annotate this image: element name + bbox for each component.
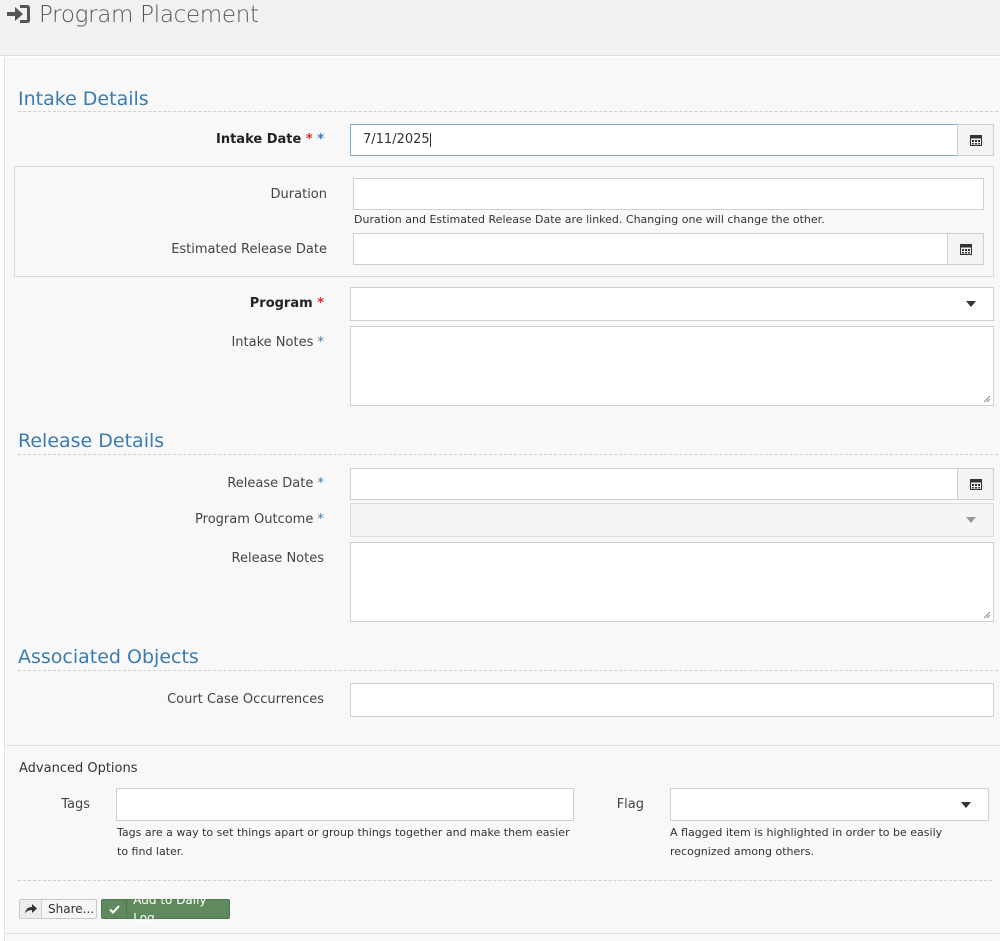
estimated-release-calendar-button[interactable] <box>947 233 984 265</box>
intake-date-calendar-button[interactable] <box>957 124 994 156</box>
share-button[interactable]: Share... <box>19 899 97 919</box>
program-outcome-select[interactable] <box>350 503 994 537</box>
program-label: Program * <box>249 296 324 311</box>
release-date-label: Release Date * <box>227 476 324 491</box>
chevron-down-icon <box>966 517 976 523</box>
page-header: Program Placement <box>0 0 1000 56</box>
tags-label: Tags <box>61 797 90 812</box>
tags-help-text: Tags are a way to set things apart or gr… <box>117 826 570 858</box>
estimated-release-date-label: Estimated Release Date <box>171 242 327 257</box>
release-date-input[interactable] <box>350 468 958 500</box>
divider <box>18 880 992 881</box>
duration-help-text: Duration and Estimated Release Date are … <box>354 213 825 226</box>
section-divider <box>18 670 998 671</box>
calendar-icon <box>969 135 982 146</box>
form-panel: Intake Details Intake Date * * 7/11/2025… <box>4 57 1000 941</box>
court-case-occurrences-input[interactable] <box>350 683 994 717</box>
advanced-options-title: Advanced Options <box>19 761 138 776</box>
section-title-associated: Associated Objects <box>18 646 199 668</box>
flag-select[interactable] <box>670 788 989 821</box>
release-notes-label: Release Notes <box>231 551 324 566</box>
intake-notes-label: Intake Notes * <box>231 335 324 350</box>
sign-in-icon <box>6 3 32 25</box>
program-outcome-label: Program Outcome * <box>195 512 324 527</box>
calendar-icon <box>969 479 982 490</box>
chevron-down-icon <box>961 802 971 808</box>
resize-handle-icon[interactable] <box>983 611 991 619</box>
divider <box>5 745 1000 746</box>
resize-handle-icon[interactable] <box>983 395 991 403</box>
intake-date-input[interactable]: 7/11/2025 <box>350 124 958 156</box>
intake-notes-textarea[interactable] <box>350 326 994 406</box>
flag-help-text: A flagged item is highlighted in order t… <box>670 826 943 858</box>
program-select[interactable] <box>350 287 994 321</box>
estimated-release-date-input[interactable] <box>353 233 948 265</box>
duration-label: Duration <box>270 187 327 202</box>
add-to-daily-log-button[interactable]: Add to Daily Log <box>101 893 230 925</box>
calendar-icon <box>959 244 972 255</box>
court-case-occurrences-label: Court Case Occurrences <box>167 692 324 707</box>
divider <box>5 933 1000 934</box>
duration-input[interactable] <box>353 178 984 210</box>
share-icon <box>20 900 42 918</box>
section-divider <box>18 454 998 455</box>
chevron-down-icon <box>966 301 976 307</box>
intake-date-label: Intake Date * * <box>216 132 324 147</box>
check-icon <box>102 900 128 918</box>
section-divider <box>18 111 998 112</box>
release-notes-textarea[interactable] <box>350 542 994 622</box>
release-date-calendar-button[interactable] <box>957 468 994 500</box>
flag-label: Flag <box>616 797 644 812</box>
tags-input[interactable] <box>116 788 574 821</box>
section-title-release: Release Details <box>18 430 165 452</box>
section-title-intake: Intake Details <box>18 88 149 110</box>
page-title: Program Placement <box>39 2 259 28</box>
